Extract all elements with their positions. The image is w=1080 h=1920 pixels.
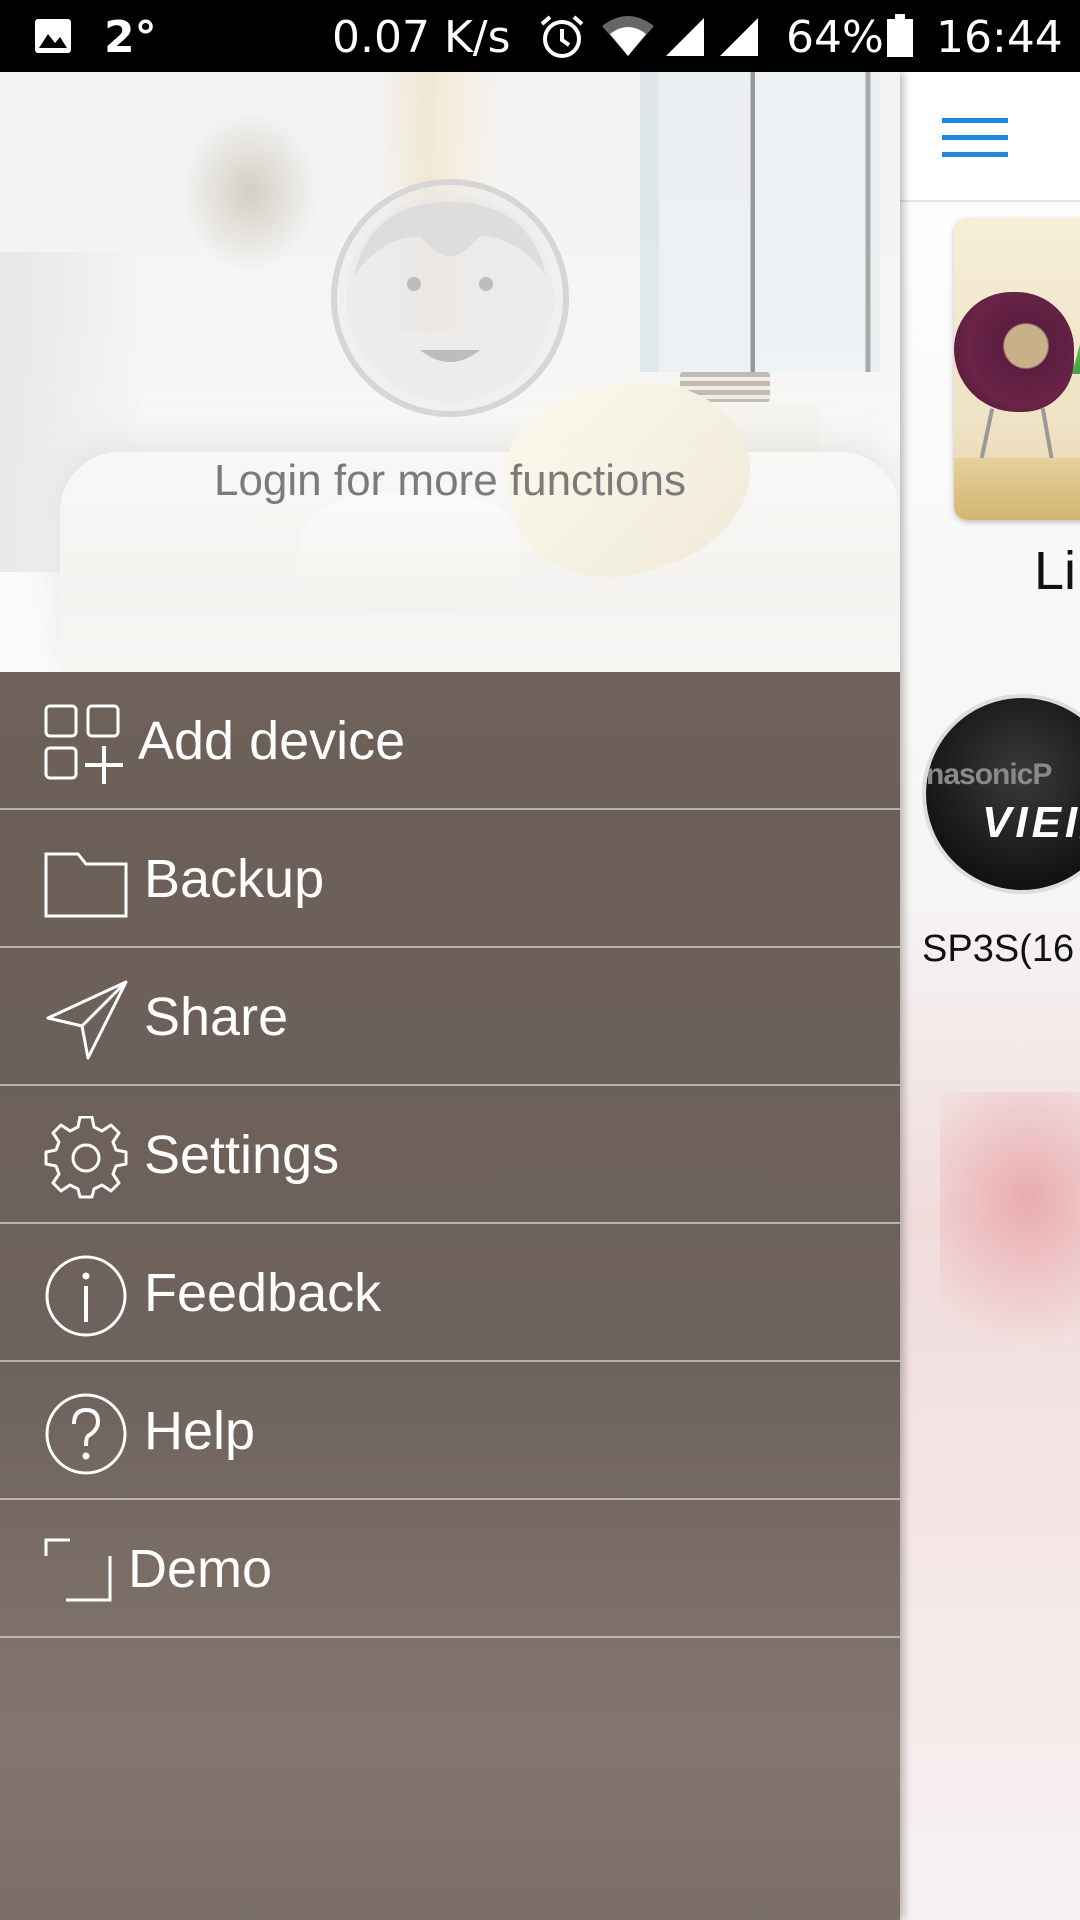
- alarm-icon: [540, 15, 584, 58]
- menu-item-add-device[interactable]: Add device: [0, 672, 900, 810]
- room-photo: [954, 292, 1074, 412]
- main-screen-peek: Li nasonicP VIEI/ SP3S(16: [900, 72, 1080, 1920]
- room-card[interactable]: [954, 218, 1080, 520]
- demo-icon: [44, 1538, 112, 1602]
- drawer-menu: Add device Backup Share Settings Feedbac…: [0, 672, 900, 1638]
- help-icon: [45, 1393, 127, 1475]
- info-icon: [45, 1255, 127, 1337]
- send-icon: [46, 980, 128, 1060]
- room-label: Li: [1034, 541, 1077, 601]
- wifi-icon: [602, 16, 654, 56]
- signal-icon: [666, 18, 704, 56]
- app-header: [900, 72, 1080, 202]
- avatar[interactable]: [330, 178, 570, 418]
- device-name: SP3S(16: [922, 928, 1075, 970]
- status-bar: 2° 0.07 K/s 64% 16:44: [0, 0, 1080, 72]
- device-brand-text-right: P: [1032, 758, 1052, 791]
- menu-item-help[interactable]: Help: [0, 1362, 900, 1500]
- menu-item-label: Feedback: [144, 1263, 382, 1323]
- menu-item-label: Settings: [144, 1125, 340, 1185]
- device-brand-text: nasonic: [926, 758, 1033, 791]
- folder-icon: [44, 852, 128, 918]
- add-device-icon: [44, 704, 123, 784]
- gallery-icon: [35, 19, 71, 53]
- menu-item-label: Share: [144, 987, 289, 1047]
- menu-item-label: Demo: [128, 1539, 273, 1599]
- menu-item-demo[interactable]: Demo: [0, 1500, 900, 1638]
- gear-icon: [44, 1116, 128, 1199]
- menu-item-share[interactable]: Share: [0, 948, 900, 1086]
- battery-icon: [887, 14, 913, 57]
- menu-item-label: Help: [144, 1401, 256, 1461]
- network-speed-text: 0.07 K/s: [332, 12, 511, 63]
- clock-text: 16:44: [936, 12, 1063, 63]
- menu-item-label: Backup: [144, 849, 325, 909]
- menu-item-label: Add device: [138, 711, 406, 771]
- hamburger-menu-icon[interactable]: [942, 116, 1008, 160]
- menu-item-feedback[interactable]: Feedback: [0, 1224, 900, 1362]
- device-logo-text: VIEI/: [982, 798, 1080, 847]
- drawer-header: Login for more functions: [0, 72, 900, 672]
- login-prompt[interactable]: Login for more functions: [0, 456, 900, 506]
- device-thumbnail[interactable]: nasonicP VIEI/: [922, 694, 1080, 894]
- temperature-text: 2°: [104, 12, 157, 63]
- menu-item-settings[interactable]: Settings: [0, 1086, 900, 1224]
- signal-icon: [720, 18, 758, 56]
- navigation-drawer: Login for more functions Add device Back…: [0, 72, 900, 1920]
- battery-percent-text: 64%: [786, 12, 884, 63]
- menu-item-backup[interactable]: Backup: [0, 810, 900, 948]
